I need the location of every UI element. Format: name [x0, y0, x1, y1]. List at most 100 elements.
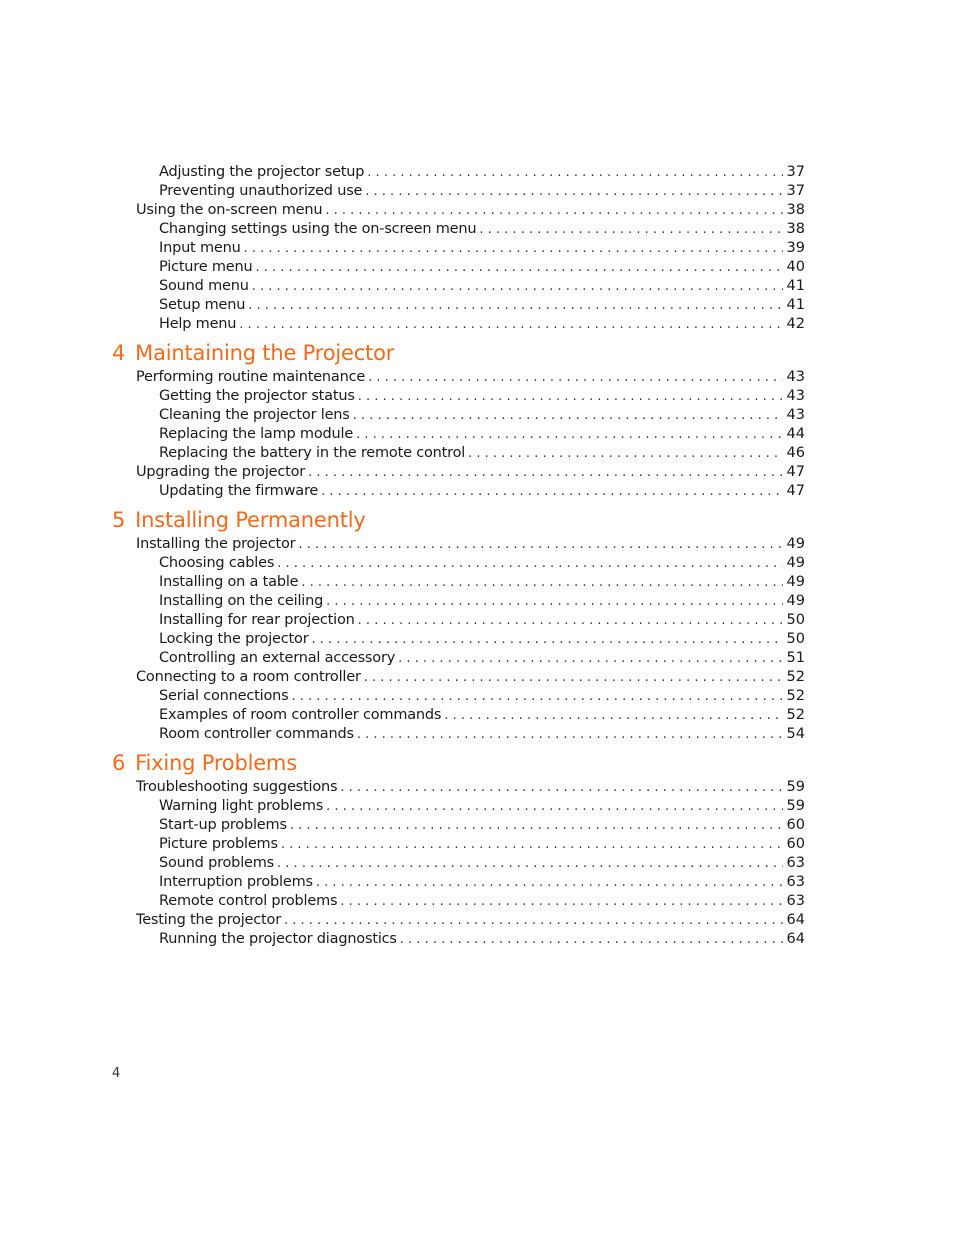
toc-subsection-entry[interactable]: Setup menu 41: [159, 296, 805, 315]
entry-title: Performing routine maintenance: [136, 369, 366, 385]
entry-title: Serial connections: [159, 688, 289, 704]
toc-section-entry[interactable]: Testing the projector 64: [136, 911, 805, 930]
entry-title: Using the on-screen menu: [136, 202, 323, 218]
entry-page-number: 52: [786, 669, 805, 685]
entry-title: Updating the firmware: [159, 483, 319, 499]
entry-page-number: 63: [786, 874, 805, 890]
toc-subsection-entry[interactable]: Serial connections 52: [159, 687, 805, 706]
dot-leader: [365, 182, 782, 201]
entry-page-number: 64: [786, 912, 805, 928]
entry-title: Interruption problems: [159, 874, 313, 890]
dot-leader: [398, 649, 782, 668]
toc-subsection-entry[interactable]: Installing on a table 49: [159, 573, 805, 592]
toc-subsection-entry[interactable]: Replacing the battery in the remote cont…: [159, 444, 805, 463]
toc-subsection-entry[interactable]: Picture menu 40: [159, 258, 805, 277]
dot-leader: [248, 296, 782, 315]
dot-leader: [367, 163, 782, 182]
dot-leader: [239, 315, 782, 334]
dot-leader: [316, 873, 783, 892]
toc-subsection-entry[interactable]: Examples of room controller commands 52: [159, 706, 805, 725]
entry-page-number: 47: [786, 483, 805, 499]
entry-page-number: 38: [786, 202, 805, 218]
dot-leader: [252, 277, 783, 296]
entry-page-number: 60: [786, 817, 805, 833]
entry-page-number: 63: [786, 855, 805, 871]
toc-section-entry[interactable]: Upgrading the projector 47: [136, 463, 805, 482]
entry-title: Remote control problems: [159, 893, 338, 909]
toc-subsection-entry[interactable]: Replacing the lamp module 44: [159, 425, 805, 444]
toc-subsection-entry[interactable]: Room controller commands 54: [159, 725, 805, 744]
entry-page-number: 59: [786, 779, 805, 795]
entry-title: Running the projector diagnostics: [159, 931, 397, 947]
dot-leader: [468, 444, 782, 463]
toc-subsection-entry[interactable]: Warning light problems 59: [159, 797, 805, 816]
toc-section-entry[interactable]: Installing the projector 49: [136, 535, 805, 554]
entry-page-number: 59: [786, 798, 805, 814]
entry-title: Installing the projector: [136, 536, 296, 552]
entry-title: Preventing unauthorized use: [159, 183, 363, 199]
chapter-heading[interactable]: 5 Installing Permanently: [112, 507, 366, 533]
toc-subsection-entry[interactable]: Choosing cables 49: [159, 554, 805, 573]
entry-page-number: 37: [786, 183, 805, 199]
entry-page-number: 52: [786, 688, 805, 704]
toc-subsection-entry[interactable]: Installing for rear projection 50: [159, 611, 805, 630]
chapter-heading[interactable]: 4 Maintaining the Projector: [112, 340, 394, 366]
toc-subsection-entry[interactable]: Adjusting the projector setup 37: [159, 163, 805, 182]
toc-subsection-entry[interactable]: Installing on the ceiling 49: [159, 592, 805, 611]
dot-leader: [281, 835, 783, 854]
toc-subsection-entry[interactable]: Help menu 42: [159, 315, 805, 334]
dot-leader: [256, 258, 783, 277]
entry-page-number: 49: [786, 536, 805, 552]
dot-leader: [326, 797, 782, 816]
entry-page-number: 40: [786, 259, 805, 275]
toc-subsection-entry[interactable]: Controlling an external accessory 51: [159, 649, 805, 668]
toc-subsection-entry[interactable]: Remote control problems 63: [159, 892, 805, 911]
entry-page-number: 47: [786, 464, 805, 480]
dot-leader: [358, 387, 783, 406]
dot-leader: [298, 535, 782, 554]
chapter-heading[interactable]: 6 Fixing Problems: [112, 750, 297, 776]
toc-subsection-entry[interactable]: Sound problems 63: [159, 854, 805, 873]
dot-leader: [284, 911, 783, 930]
toc-subsection-entry[interactable]: Picture problems 60: [159, 835, 805, 854]
entry-page-number: 50: [786, 612, 805, 628]
toc-subsection-entry[interactable]: Getting the projector status 43: [159, 387, 805, 406]
toc-subsection-entry[interactable]: Changing settings using the on-screen me…: [159, 220, 805, 239]
entry-page-number: 49: [786, 574, 805, 590]
entry-title: Cleaning the projector lens: [159, 407, 350, 423]
toc-subsection-entry[interactable]: Locking the projector 50: [159, 630, 805, 649]
toc-section-entry[interactable]: Connecting to a room controller 52: [136, 668, 805, 687]
chapter-number: 4: [112, 341, 126, 365]
entry-page-number: 42: [786, 316, 805, 332]
dot-leader: [357, 725, 783, 744]
dot-leader: [326, 592, 782, 611]
toc-subsection-entry[interactable]: Updating the firmware 47: [159, 482, 805, 501]
entry-title: Installing on a table: [159, 574, 299, 590]
entry-page-number: 63: [786, 893, 805, 909]
toc-subsection-entry[interactable]: Sound menu 41: [159, 277, 805, 296]
toc-subsection-entry[interactable]: Start-up problems 60: [159, 816, 805, 835]
toc-section-entry[interactable]: Performing routine maintenance 43: [136, 368, 805, 387]
entry-page-number: 64: [786, 931, 805, 947]
entry-page-number: 38: [786, 221, 805, 237]
entry-title: Changing settings using the on-screen me…: [159, 221, 477, 237]
entry-page-number: 41: [786, 297, 805, 313]
toc-subsection-entry[interactable]: Cleaning the projector lens 43: [159, 406, 805, 425]
toc-subsection-entry[interactable]: Input menu 39: [159, 239, 805, 258]
entry-page-number: 50: [786, 631, 805, 647]
entry-page-number: 41: [786, 278, 805, 294]
entry-title: Replacing the lamp module: [159, 426, 354, 442]
chapter-number: 5: [112, 508, 126, 532]
entry-title: Warning light problems: [159, 798, 324, 814]
entry-page-number: 44: [786, 426, 805, 442]
entry-page-number: 46: [786, 445, 805, 461]
dot-leader: [308, 463, 782, 482]
entry-title: Choosing cables: [159, 555, 275, 571]
toc-section-entry[interactable]: Using the on-screen menu 38: [136, 201, 805, 220]
toc-section-entry[interactable]: Troubleshooting suggestions 59: [136, 778, 805, 797]
entry-page-number: 49: [786, 593, 805, 609]
toc-subsection-entry[interactable]: Interruption problems 63: [159, 873, 805, 892]
toc-subsection-entry[interactable]: Running the projector diagnostics 64: [159, 930, 805, 949]
entry-page-number: 52: [786, 707, 805, 723]
toc-subsection-entry[interactable]: Preventing unauthorized use 37: [159, 182, 805, 201]
